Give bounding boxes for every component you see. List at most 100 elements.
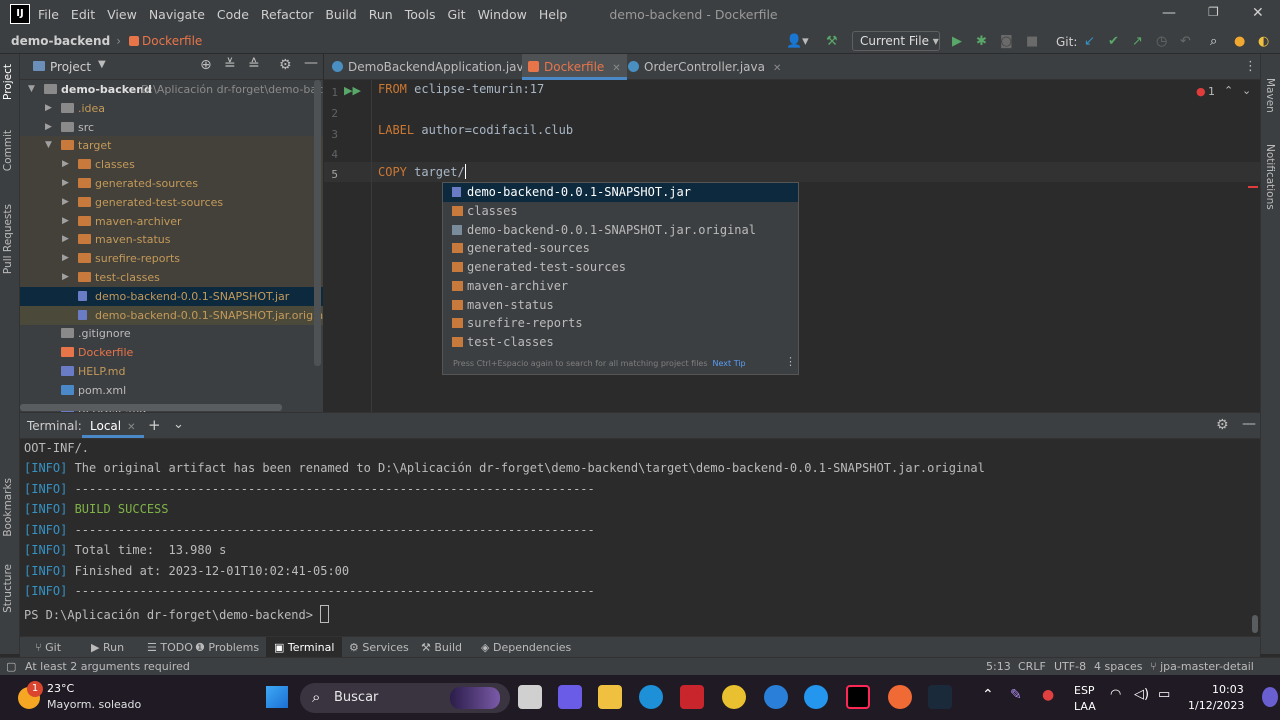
tab-dockerfile[interactable]: Dockerfile ✕ [522, 54, 627, 80]
intellij-icon[interactable] [846, 685, 870, 709]
chevron-right-icon[interactable]: ▶ [62, 155, 69, 174]
wifi-icon[interactable]: ◠ [1110, 687, 1121, 702]
docker-icon[interactable] [804, 685, 828, 709]
windows-start-icon[interactable] [266, 686, 288, 708]
completion-item[interactable]: classes [443, 202, 798, 221]
coverage-icon[interactable]: ◙ [1000, 34, 1013, 49]
tray-chevron-icon[interactable]: ⌃ [982, 687, 994, 703]
tab-local[interactable]: Local ✕ [82, 414, 144, 438]
close-icon[interactable]: ✕ [1252, 5, 1264, 21]
gear-icon[interactable]: ⚙ [1216, 417, 1229, 433]
tool-tab-dependencies[interactable]: ◈ Dependencies [476, 637, 576, 658]
chevron-right-icon[interactable]: ▶ [62, 268, 69, 287]
vertical-scrollbar[interactable] [1252, 615, 1258, 633]
completion-item[interactable]: test-classes [443, 333, 798, 352]
run-gutter-icon[interactable]: ▶▶ [344, 84, 361, 97]
indent-setting[interactable]: 4 spaces [1094, 658, 1143, 676]
completion-item[interactable]: generated-test-sources [443, 258, 798, 277]
keyboard-layout[interactable]: LAA [1074, 700, 1096, 713]
chevron-down-icon[interactable]: ⌄ [173, 417, 184, 432]
menu-window[interactable]: Window [478, 7, 527, 22]
tree-item[interactable]: ▶ src [20, 118, 323, 137]
chevron-right-icon[interactable]: ▶ [62, 174, 69, 193]
close-tab-icon[interactable]: ✕ [773, 63, 781, 74]
chevron-right-icon[interactable]: ▶ [62, 212, 69, 231]
volume-icon[interactable]: ◁) [1134, 687, 1149, 702]
postman-icon[interactable] [888, 685, 912, 709]
chrome-icon[interactable] [722, 685, 746, 709]
menu-build[interactable]: Build [325, 7, 356, 22]
tree-item[interactable]: ▶ maven-archiver [20, 211, 323, 231]
tool-tab-terminal[interactable]: ▣ Terminal [266, 637, 343, 658]
language-code[interactable]: ESP [1074, 684, 1095, 697]
tool-tab-pull-requests[interactable]: Pull Requests [2, 204, 14, 274]
user-icon[interactable]: 👤▾ [786, 34, 809, 49]
breadcrumb-file[interactable]: Dockerfile [129, 34, 202, 48]
completion-item[interactable]: demo-backend-0.0.1-SNAPSHOT.jar.original [443, 221, 798, 240]
run-config-dropdown[interactable]: Current File ▾ [852, 31, 940, 51]
tool-tab-maven[interactable]: Maven [1264, 78, 1276, 113]
add-tab-icon[interactable]: + [148, 416, 161, 434]
chevron-right-icon[interactable]: ▶ [62, 193, 69, 212]
update-icon[interactable]: ● [1234, 34, 1245, 49]
menu-code[interactable]: Code [217, 7, 249, 22]
tree-item[interactable]: ▼ target [20, 136, 323, 156]
next-tip-link[interactable]: Next Tip [713, 359, 746, 368]
completion-item[interactable]: generated-sources [443, 239, 798, 258]
history-icon[interactable]: ◷ [1156, 34, 1167, 49]
tool-tab-bookmarks[interactable]: Bookmarks [2, 478, 14, 537]
code-line[interactable]: LABEL author=codifacil.club [378, 123, 573, 137]
status-message[interactable]: At least 2 arguments required [25, 658, 190, 676]
help-app-icon[interactable] [764, 685, 788, 709]
tree-item[interactable]: ▼ demo-backend D:\Aplicación dr-forget\dem… [20, 80, 323, 99]
prev-error-icon[interactable]: ⌃ [1224, 84, 1233, 97]
copilot-icon[interactable] [1262, 687, 1278, 707]
tree-item[interactable]: pom.xml [20, 381, 323, 400]
project-view-label[interactable]: Project [50, 60, 91, 74]
tree-item[interactable]: Dockerfile [20, 343, 323, 362]
clock-date[interactable]: 1/12/2023 [1188, 699, 1244, 712]
gear-icon[interactable]: ⚙ [279, 57, 292, 73]
tool-tab-build[interactable]: ⚒ Build [416, 637, 467, 658]
edge-icon[interactable] [639, 685, 663, 709]
close-tab-icon[interactable]: ✕ [612, 63, 620, 74]
tool-tab-problems[interactable]: ❶ Problems [190, 637, 264, 658]
locate-icon[interactable]: ⊕ [200, 57, 212, 73]
run-icon[interactable]: ▶ [952, 34, 962, 49]
tree-item[interactable]: HELP.md [20, 362, 323, 381]
git-commit-icon[interactable]: ✔ [1108, 34, 1119, 49]
menu-edit[interactable]: Edit [71, 7, 95, 22]
search-box[interactable]: ⌕ Buscar [300, 683, 510, 713]
battery-icon[interactable]: ▭ [1158, 687, 1170, 702]
chevron-right-icon[interactable]: ▶ [45, 118, 52, 137]
chevron-right-icon[interactable]: ▶ [45, 99, 52, 118]
menu-run[interactable]: Run [369, 7, 393, 22]
tab-order-controller[interactable]: OrderController.java ✕ [628, 54, 781, 80]
menu-help[interactable]: Help [539, 7, 568, 22]
teams-icon[interactable] [558, 685, 582, 709]
cursor-position[interactable]: 5:13 [986, 658, 1011, 676]
tool-tab-notifications[interactable]: Notifications [1264, 144, 1276, 210]
menu-view[interactable]: View [107, 7, 137, 22]
hide-icon[interactable]: — [304, 55, 318, 71]
mcafee-icon[interactable] [680, 685, 704, 709]
close-tab-icon[interactable]: ✕ [127, 422, 135, 433]
hammer-icon[interactable]: ⚒ [826, 34, 838, 49]
stop-icon[interactable]: ■ [1026, 34, 1038, 49]
task-view-icon[interactable] [518, 685, 542, 709]
more-tabs-icon[interactable]: ⋮ [1244, 59, 1257, 74]
error-stripe-marker[interactable] [1248, 186, 1258, 188]
tree-item[interactable]: .gitignore [20, 324, 323, 343]
tree-item[interactable]: ▶ generated-test-sources [20, 192, 323, 212]
error-icon[interactable]: ● [1196, 85, 1206, 98]
minimize-icon[interactable]: — [1162, 5, 1176, 21]
chevron-down-icon[interactable]: ▼ [98, 59, 106, 70]
chevron-down-icon[interactable]: ▼ [45, 136, 52, 155]
tree-item[interactable]: demo-backend-0.0.1-SNAPSHOT.jar.original [20, 305, 323, 325]
tree-item[interactable]: ▶ test-classes [20, 268, 323, 287]
menu-git[interactable]: Git [448, 7, 466, 22]
menu-file[interactable]: File [38, 7, 59, 22]
completion-item[interactable]: demo-backend-0.0.1-SNAPSHOT.jar [443, 183, 798, 202]
tool-tab-run[interactable]: ▶ Run [86, 637, 129, 658]
rollback-icon[interactable]: ↶ [1180, 34, 1191, 49]
